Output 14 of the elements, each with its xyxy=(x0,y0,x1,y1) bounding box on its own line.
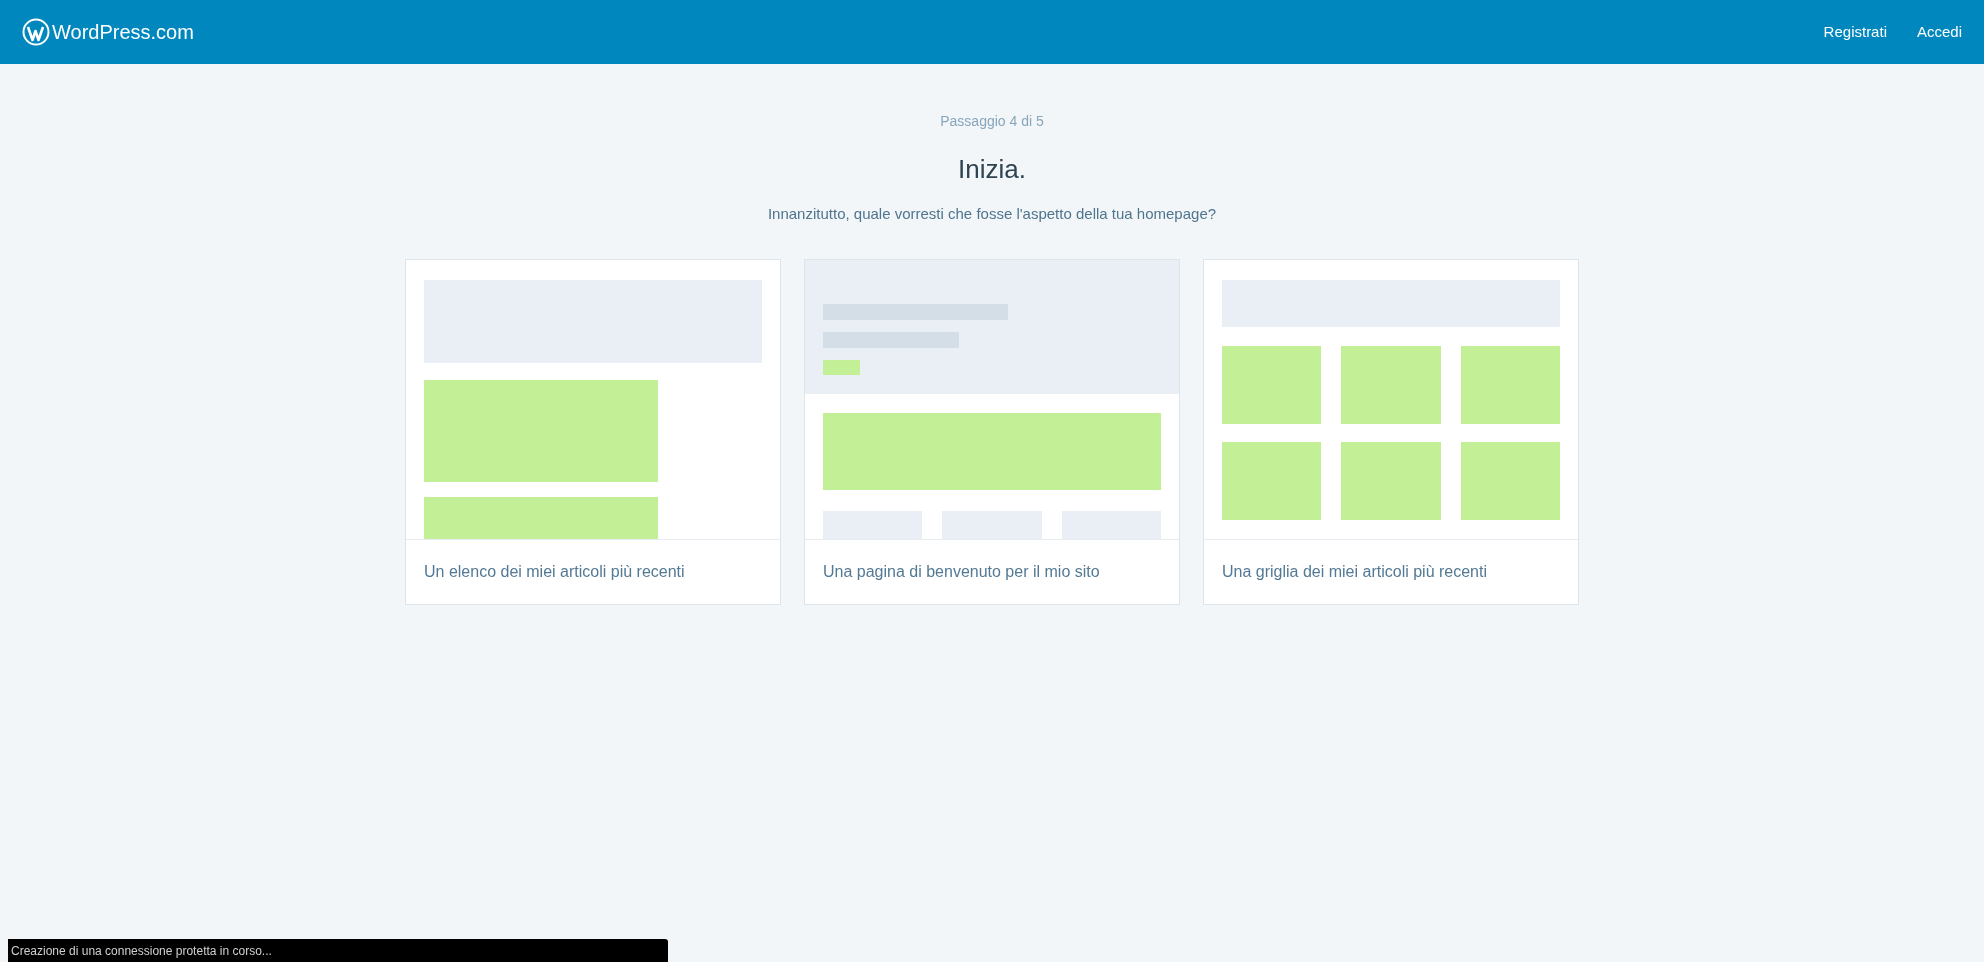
option-label: Una griglia dei miei articoli più recenti xyxy=(1222,561,1487,582)
site-logo-text: WordPress.com xyxy=(52,20,194,45)
header-link[interactable]: Registrati xyxy=(1823,20,1887,44)
header-link[interactable]: Accedi xyxy=(1916,20,1962,44)
layout-option-card[interactable]: Una griglia dei miei articoli più recenti xyxy=(1203,258,1579,605)
layout-option-card[interactable]: Un elenco dei miei articoli più recenti xyxy=(405,258,781,605)
step-indicator: Passaggio 4 di 5 xyxy=(940,112,1044,131)
logo-icon xyxy=(22,18,50,46)
option-label: Un elenco dei miei articoli più recenti xyxy=(424,561,685,582)
page-title: Inizia. xyxy=(958,153,1026,186)
status-bar: Creazione di una connessione protetta in corso... xyxy=(8,939,668,962)
layout-option-card[interactable]: Una pagina di benvenuto per il mio sito xyxy=(804,258,1180,605)
option-label: Una pagina di benvenuto per il mio sito xyxy=(823,561,1100,582)
page-subtitle: Innanzitutto, quale vorresti che fosse l'aspetto della tua homepage? xyxy=(767,204,1217,224)
